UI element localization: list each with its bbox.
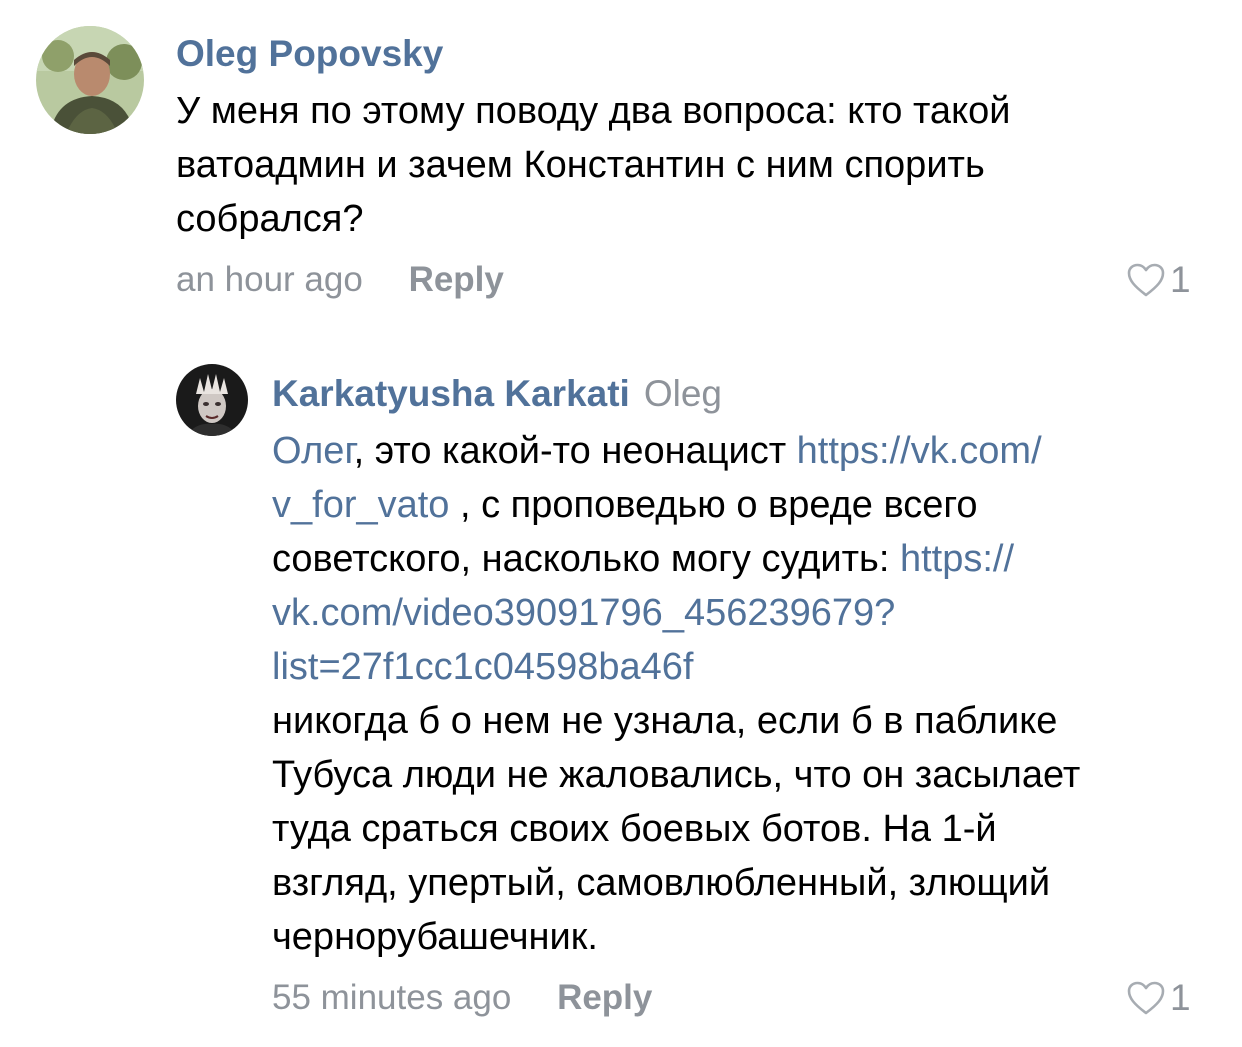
comment-text-line: vk.com/video39091796_456239679?: [272, 586, 1080, 640]
comment-text-segment: советского, насколько могу судить:: [272, 538, 900, 580]
comment-text-segment: никогда б о нем не узнала, если б в пабл…: [272, 700, 1058, 742]
reply-to-name[interactable]: Oleg: [644, 373, 722, 414]
author-name-text[interactable]: Karkatyusha Karkati: [272, 373, 630, 414]
comment-text: У меня по этому поводу два вопроса: кто …: [176, 84, 1010, 246]
reply-button[interactable]: Reply: [409, 260, 504, 299]
comment-text-segment: собрался?: [176, 198, 364, 240]
comment-text-line: туда сраться своих боевых ботов. На 1-й: [272, 802, 1080, 856]
comment-link[interactable]: https://: [900, 538, 1014, 580]
comment-reply: Karkatyusha Karkati Oleg Олег, это какой-…: [0, 340, 1242, 1040]
comment-text-segment: У меня по этому поводу два вопроса: кто …: [176, 90, 1011, 132]
comment-text-segment: туда сраться своих боевых ботов. На 1-й: [272, 808, 997, 850]
comment-link[interactable]: vk.com/video39091796_456239679?: [272, 592, 895, 634]
timestamp: an hour ago: [176, 260, 363, 299]
author-name[interactable]: Oleg Popovsky: [176, 32, 443, 76]
author-name[interactable]: Karkatyusha Karkati Oleg: [272, 372, 722, 416]
comment-text-segment: чернорубашечник.: [272, 916, 598, 958]
heart-icon: [1127, 981, 1165, 1015]
comment-text-line: У меня по этому поводу два вопроса: кто …: [176, 84, 1010, 138]
comment-link[interactable]: Олег: [272, 430, 354, 472]
comment-text-segment: Тубуса люди не жаловались, что он засыла…: [272, 754, 1081, 796]
comment-meta: 55 minutes ago Reply: [272, 976, 652, 1020]
comment-text-line: советского, насколько могу судить: https…: [272, 532, 1080, 586]
avatar[interactable]: [176, 364, 248, 436]
comment-link[interactable]: https://vk.com/: [797, 430, 1042, 472]
comment-text-line: взгляд, упертый, самовлюбленный, злющий: [272, 856, 1080, 910]
like-count: 1: [1170, 977, 1191, 1018]
comment-text-segment: , с проповедью о вреде всего: [449, 484, 978, 526]
like-count: 1: [1170, 259, 1191, 300]
comment-text-line: ватоадмин и зачем Константин с ним спори…: [176, 138, 1010, 192]
comment-text-line: Олег, это какой-то неонацист https://vk.…: [272, 424, 1080, 478]
comment-text-line: никогда б о нем не узнала, если б в пабл…: [272, 694, 1080, 748]
comment: Oleg Popovsky У меня по этому поводу два…: [0, 0, 1242, 320]
comment-text-segment: ватоадмин и зачем Константин с ним спори…: [176, 144, 985, 186]
comment-text-line: list=27f1cc1c04598ba46f: [272, 640, 1080, 694]
comment-link[interactable]: v_for_vato: [272, 484, 449, 526]
avatar[interactable]: [36, 26, 144, 134]
comment-text-line: чернорубашечник.: [272, 910, 1080, 964]
comment-text-segment: , это какой-то неонацист: [353, 430, 797, 472]
comment-meta: an hour ago Reply: [176, 258, 504, 302]
comment-text-line: собрался?: [176, 192, 1010, 246]
reply-button[interactable]: Reply: [557, 978, 652, 1017]
heart-icon: [1127, 263, 1165, 297]
like-button[interactable]: 1: [1126, 976, 1191, 1020]
comment-text: Олег, это какой-то неонацист https://vk.…: [272, 424, 1080, 964]
comment-text-line: v_for_vato , с проповедью о вреде всего: [272, 478, 1080, 532]
comment-text-line: Тубуса люди не жаловались, что он засыла…: [272, 748, 1080, 802]
author-name-text[interactable]: Oleg Popovsky: [176, 33, 443, 74]
comment-text-segment: взгляд, упертый, самовлюбленный, злющий: [272, 862, 1051, 904]
comment-link[interactable]: list=27f1cc1c04598ba46f: [272, 646, 694, 688]
timestamp: 55 minutes ago: [272, 978, 512, 1017]
like-button[interactable]: 1: [1126, 258, 1191, 302]
